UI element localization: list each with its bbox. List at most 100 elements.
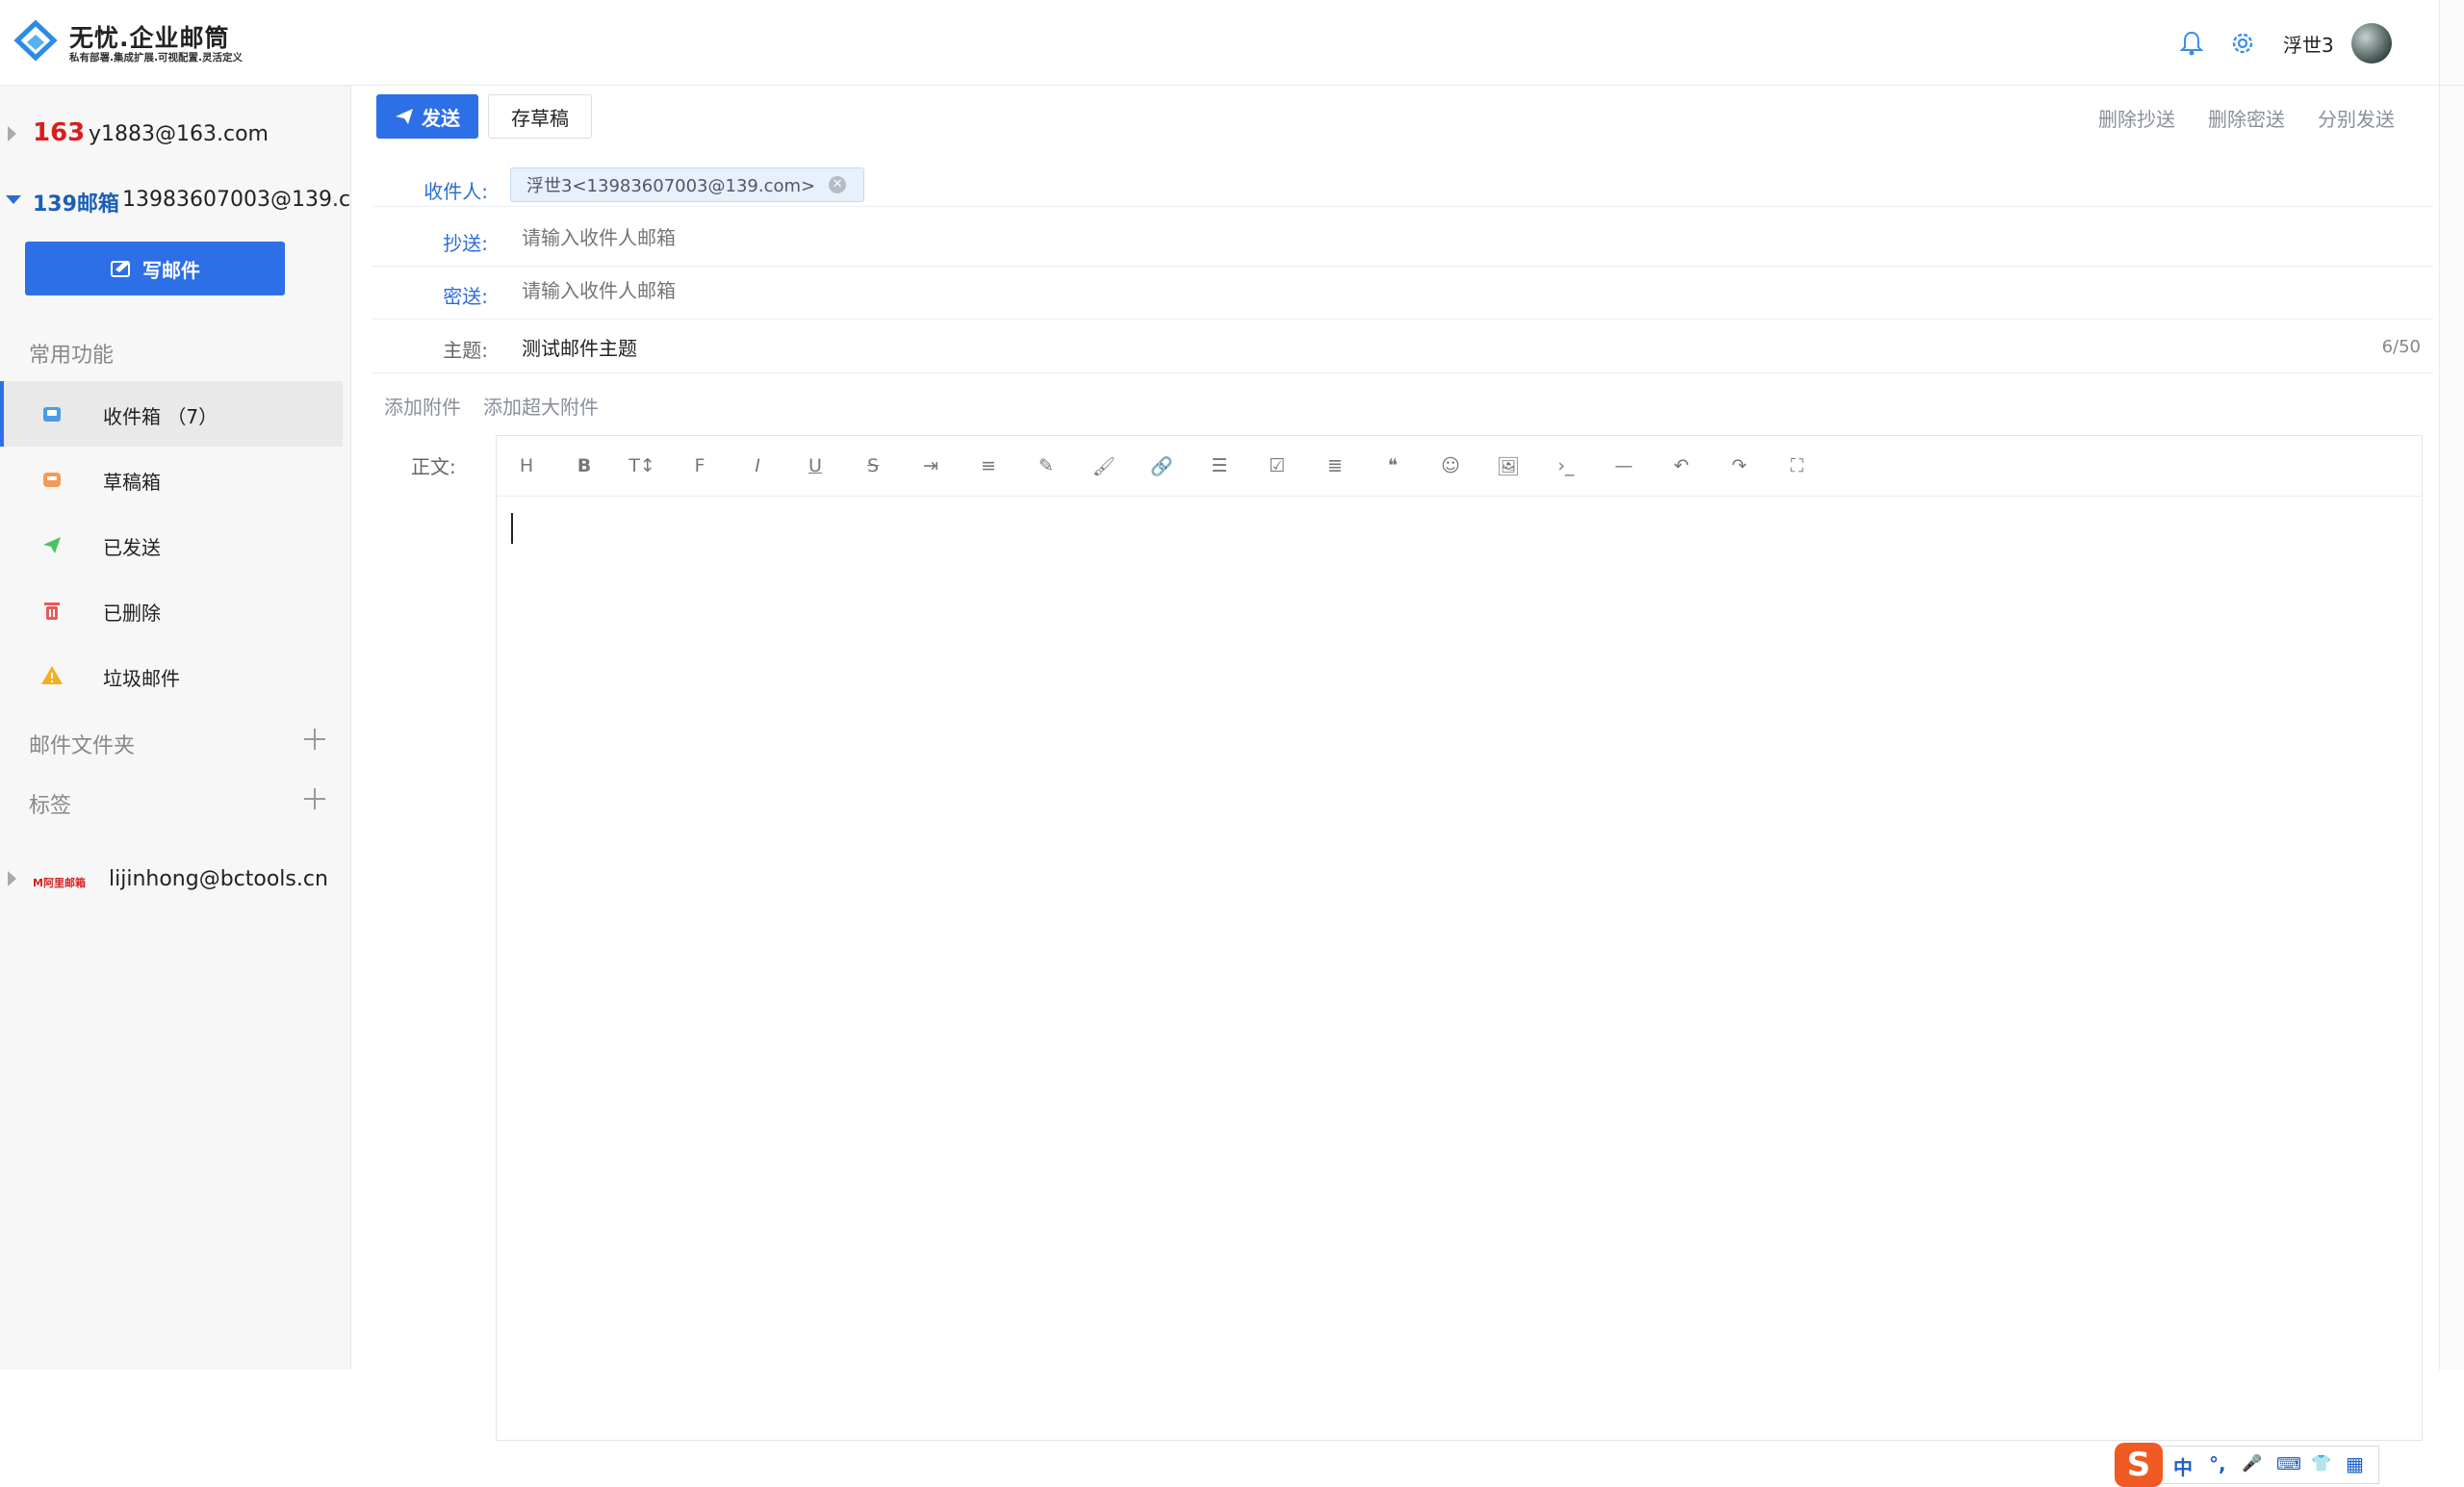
user-avatar[interactable] — [2351, 23, 2392, 64]
sogou-logo-icon[interactable]: S — [2115, 1443, 2163, 1487]
cc-row: 抄送: — [372, 213, 2432, 267]
background-color-icon[interactable]: 🖌 — [1091, 452, 1117, 479]
body-label: 正文: — [411, 455, 456, 478]
folder-label: 已删除 — [103, 602, 161, 625]
bcc-row: 密送: — [372, 266, 2432, 320]
subject-counter: 6/50 — [2381, 337, 2421, 357]
list-icon[interactable]: ☰ — [1206, 452, 1233, 479]
app-header: 无忧.企业邮筒 私有部署.集成扩展.可视配置.灵活定义 浮世3 — [0, 0, 2464, 86]
subject-row: 主题: 测试邮件主题 6/50 — [372, 320, 2432, 373]
subject-label: 主题: — [443, 339, 488, 362]
brand-logo-icon — [13, 19, 58, 62]
separate-send-link[interactable]: 分别发送 — [2318, 104, 2395, 132]
microphone-icon[interactable]: 🎤 — [2242, 1454, 2262, 1474]
justify-icon[interactable]: ≣ — [1322, 452, 1348, 479]
toolbox-icon[interactable]: ▦ — [2346, 1452, 2364, 1475]
quote-icon[interactable]: ❝ — [1379, 452, 1406, 479]
expand-arrow-icon[interactable] — [8, 126, 16, 141]
folder-sent[interactable]: 已发送 — [0, 512, 343, 577]
redo-icon[interactable]: ↷ — [1726, 452, 1753, 479]
folder-label: 已发送 — [103, 536, 161, 559]
page-scrollbar[interactable] — [2439, 86, 2464, 1370]
font-size-icon[interactable]: T↕ — [629, 452, 655, 479]
account-163[interactable]: 163 y1883@163.com — [0, 116, 350, 155]
heading-icon[interactable]: H — [513, 452, 540, 479]
sent-icon — [43, 537, 61, 553]
warning-icon — [41, 666, 63, 684]
to-label: 收件人: — [424, 180, 488, 203]
add-folder-icon[interactable] — [304, 729, 325, 750]
provider-aliyun-logo: M阿里邮箱 — [33, 877, 86, 889]
link-icon[interactable]: 🔗 — [1148, 452, 1175, 479]
ime-toolbar: S 中 °, 🎤 ⌨ 👕 ▦ — [2115, 1443, 2379, 1487]
font-family-icon[interactable]: F — [686, 452, 713, 479]
common-functions-title: 常用功能 — [29, 344, 115, 368]
folder-spam[interactable]: 垃圾邮件 — [0, 643, 343, 708]
add-large-attachment-link[interactable]: 添加超大附件 — [483, 392, 599, 420]
compose-button[interactable]: 写邮件 — [25, 242, 285, 295]
remove-cc-link[interactable]: 删除抄送 — [2098, 104, 2175, 132]
text-cursor — [511, 513, 513, 544]
image-icon[interactable]: 🖼 — [1495, 452, 1522, 479]
brand-title: 无忧.企业邮筒 — [69, 24, 230, 52]
send-button[interactable]: 发送 — [376, 94, 478, 139]
code-icon[interactable]: ›_ — [1553, 452, 1579, 479]
bcc-label: 密送: — [443, 285, 488, 308]
provider-163-logo: 163 — [33, 118, 86, 147]
brand-subtitle: 私有部署.集成扩展.可视配置.灵活定义 — [69, 52, 243, 64]
folder-drafts[interactable]: 草稿箱 — [0, 447, 343, 512]
undo-icon[interactable]: ↶ — [1668, 452, 1695, 479]
account-139[interactable]: 139邮箱 13983607003@139.com — [0, 182, 350, 220]
draft-icon — [43, 473, 61, 487]
user-name[interactable]: 浮世3 — [2283, 30, 2334, 58]
divider-icon[interactable]: — — [1610, 452, 1637, 479]
add-attachment-link[interactable]: 添加附件 — [384, 392, 461, 420]
cc-label: 抄送: — [443, 232, 488, 255]
account-aliyun[interactable]: M阿里邮箱 lijinhong@bctools.cn — [0, 861, 350, 900]
provider-139-logo: 139邮箱 — [33, 192, 119, 217]
folder-inbox[interactable]: 收件箱 （7） — [0, 381, 343, 447]
compose-label: 写邮件 — [142, 258, 200, 282]
editor-toolbar: H B T↕ F I U S ⇥ ≡ ✎ 🖌 🔗 ☰ ☑ ≣ ❝ ☺ 🖼 ›_ — ↶ ↷ ⛶ — [497, 436, 2422, 497]
account-address: y1883@163.com — [89, 122, 269, 146]
compose-icon — [111, 261, 130, 277]
emoticon-icon[interactable]: ☺ — [1437, 452, 1464, 479]
expand-arrow-icon[interactable] — [8, 871, 16, 886]
account-address: 13983607003@139.com — [122, 188, 351, 212]
send-label: 发送 — [422, 106, 460, 130]
trash-icon — [44, 602, 60, 620]
subject-input[interactable]: 测试邮件主题 — [522, 333, 637, 361]
remove-bcc-link[interactable]: 删除密送 — [2208, 104, 2285, 132]
account-address: lijinhong@bctools.cn — [109, 867, 328, 891]
recipient-chip[interactable]: 浮世3<13983607003@139.com> ✕ — [510, 167, 865, 202]
skin-icon[interactable]: 👕 — [2311, 1454, 2331, 1474]
ime-punct-icon[interactable]: °, — [2209, 1452, 2226, 1475]
cc-input[interactable] — [522, 226, 2254, 249]
underline-icon[interactable]: U — [802, 452, 829, 479]
bold-icon[interactable]: B — [571, 452, 598, 479]
strikethrough-icon[interactable]: S — [860, 452, 886, 479]
tags-title: 标签 — [29, 794, 72, 818]
font-color-icon[interactable]: ✎ — [1033, 452, 1060, 479]
fullscreen-icon[interactable]: ⛶ — [1784, 452, 1810, 479]
line-height-icon[interactable]: ≡ — [975, 452, 1002, 479]
settings-icon[interactable] — [2228, 29, 2257, 58]
sidebar: 163 y1883@163.com 139邮箱 13983607003@139.… — [0, 86, 351, 1370]
todo-icon[interactable]: ☑ — [1264, 452, 1291, 479]
bcc-input[interactable] — [522, 279, 2254, 302]
rich-text-editor[interactable]: H B T↕ F I U S ⇥ ≡ ✎ 🖌 🔗 ☰ ☑ ≣ ❝ ☺ 🖼 ›_ — ↶ ↷ ⛶ S 中 °, 🎤 ⌨ 👕 ▦ — [496, 435, 2423, 1487]
collapse-arrow-icon[interactable] — [6, 195, 21, 204]
keyboard-icon[interactable]: ⌨ — [2276, 1454, 2301, 1474]
indent-icon[interactable]: ⇥ — [917, 452, 944, 479]
send-icon — [396, 109, 413, 124]
folder-label: 草稿箱 — [103, 471, 161, 494]
bell-icon[interactable] — [2177, 29, 2206, 58]
save-draft-button[interactable]: 存草稿 — [488, 94, 592, 139]
folder-deleted[interactable]: 已删除 — [0, 577, 343, 643]
italic-icon[interactable]: I — [744, 452, 771, 479]
remove-recipient-icon[interactable]: ✕ — [829, 176, 847, 193]
add-tag-icon[interactable] — [304, 788, 325, 809]
folder-label: 收件箱 （7） — [103, 405, 218, 428]
folder-label: 垃圾邮件 — [103, 667, 180, 690]
ime-mode-icon[interactable]: 中 — [2173, 1452, 2193, 1480]
